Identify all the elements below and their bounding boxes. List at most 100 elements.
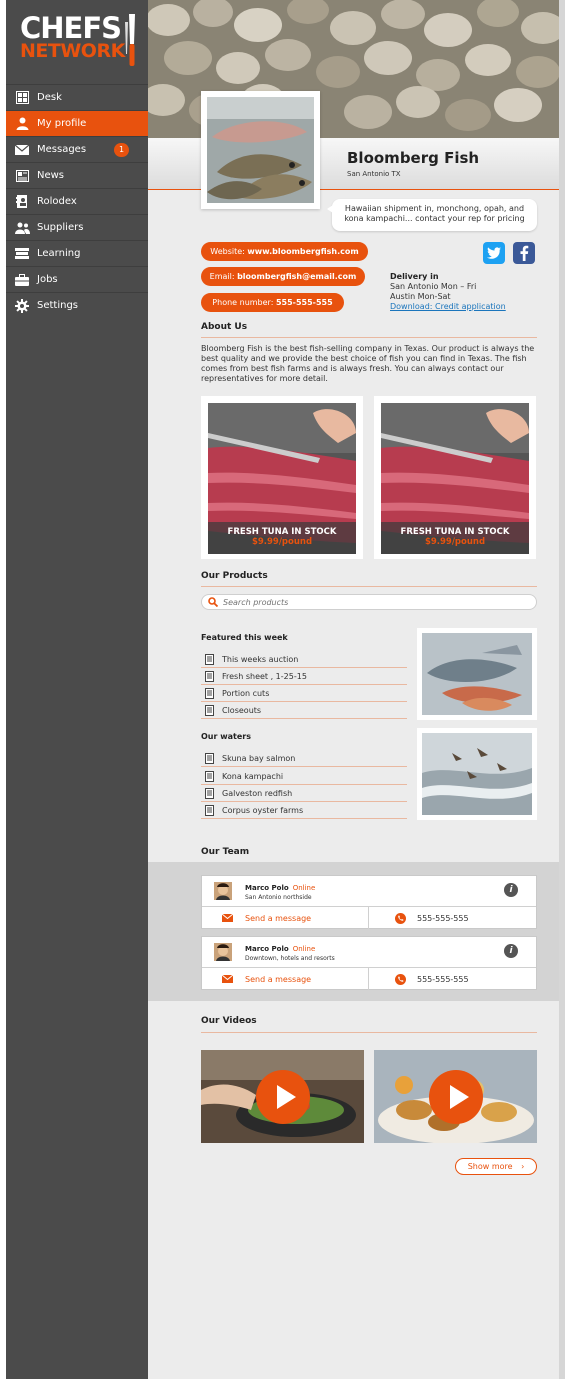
- about-text: Bloomberg Fish is the best fish-selling …: [201, 344, 535, 383]
- show-more-label: Show more: [467, 1162, 513, 1171]
- nav-label: My profile: [37, 118, 87, 129]
- phone-icon: [394, 973, 406, 985]
- nav-item-learning[interactable]: Learning: [6, 240, 148, 266]
- products-title: Our Products: [201, 571, 268, 581]
- search-bar[interactable]: [201, 594, 537, 610]
- delivery-info: Delivery in San Antonio Mon – Fri Austin…: [390, 272, 506, 312]
- briefcase-icon: [14, 273, 30, 287]
- twitter-icon[interactable]: [483, 242, 505, 264]
- envelope-icon: [14, 143, 30, 157]
- phone-icon: [394, 912, 406, 924]
- nav-item-rolodex[interactable]: Rolodex: [6, 188, 148, 214]
- team-member-card: Marco Polo Online Downtown, hotels and re…: [201, 936, 537, 990]
- nav-item-desk[interactable]: Desk: [6, 84, 148, 110]
- company-location: San Antonio TX: [347, 170, 401, 178]
- online-status: Online: [292, 884, 316, 892]
- document-icon: [205, 753, 214, 764]
- featured-title: Featured this week: [201, 633, 288, 642]
- info-icon[interactable]: i: [504, 883, 518, 897]
- envelope-icon: [222, 914, 233, 922]
- list-item[interactable]: Closeouts: [201, 703, 407, 719]
- team-member-header: Marco Polo Online San Antonio northside i: [202, 876, 536, 907]
- avatar[interactable]: [214, 943, 232, 961]
- brand-logo[interactable]: CHEFS NETWORK: [6, 0, 148, 84]
- phone-label: Phone number:: [212, 298, 274, 307]
- nav-item-messages[interactable]: Messages 1: [6, 136, 148, 162]
- list-item[interactable]: Corpus oyster farms: [201, 803, 407, 819]
- search-icon: [208, 597, 218, 607]
- nav-label: Rolodex: [37, 196, 77, 207]
- play-button[interactable]: [256, 1070, 310, 1124]
- play-button[interactable]: [429, 1070, 483, 1124]
- info-icon[interactable]: i: [504, 944, 518, 958]
- special-card[interactable]: FRESH TUNA IN STOCK $9.99/pound: [374, 396, 536, 559]
- list-item[interactable]: Fresh sheet , 1-25-15: [201, 669, 407, 685]
- website-pill[interactable]: Website: www.bloombergfish.com: [201, 242, 368, 261]
- credit-application-link[interactable]: Download: Credit application: [390, 302, 506, 312]
- profile-photo[interactable]: [201, 91, 320, 209]
- about-title: About Us: [201, 322, 248, 332]
- nav-item-jobs[interactable]: Jobs: [6, 266, 148, 292]
- tuna-image: FRESH TUNA IN STOCK $9.99/pound: [381, 403, 529, 554]
- scrollbar-track[interactable]: [559, 0, 565, 1379]
- nav-item-suppliers[interactable]: Suppliers: [6, 214, 148, 240]
- member-name-line: Marco Polo Online: [245, 884, 315, 892]
- video-thumbnail[interactable]: [201, 1050, 364, 1143]
- nav-label: News: [37, 170, 65, 181]
- document-icon: [205, 805, 214, 816]
- nav-item-settings[interactable]: Settings: [6, 292, 148, 318]
- show-more-button[interactable]: Show more ›: [455, 1158, 537, 1175]
- nav-label: Messages: [37, 144, 87, 155]
- website-link[interactable]: www.bloombergfish.com: [247, 247, 358, 256]
- nav-label: Jobs: [37, 274, 58, 285]
- email-link[interactable]: bloombergfish@email.com: [237, 272, 356, 281]
- divider: [201, 1032, 537, 1033]
- waters-thumbnail[interactable]: [417, 728, 537, 820]
- app: CHEFS NETWORK Desk My profile Messages 1…: [0, 0, 565, 1379]
- member-phone: 555-555-555: [416, 974, 469, 984]
- avatar[interactable]: [214, 882, 232, 900]
- delivery-line: San Antonio Mon – Fri: [390, 282, 477, 291]
- video-thumbnail[interactable]: [374, 1050, 537, 1143]
- list-item[interactable]: Skuna bay salmon: [201, 751, 407, 767]
- member-area: Downtown, hotels and resorts: [245, 955, 335, 962]
- member-name[interactable]: Marco Polo: [245, 945, 289, 953]
- list-item[interactable]: This weeks auction: [201, 652, 407, 668]
- send-message-button[interactable]: Send a message: [202, 907, 369, 929]
- nav-item-news[interactable]: News: [6, 162, 148, 188]
- phone-pill[interactable]: Phone number: 555-555-555: [201, 293, 344, 312]
- team-member-actions: Send a message 555-555-555: [202, 907, 536, 929]
- newspaper-icon: [14, 169, 30, 183]
- list-item-label: Skuna bay salmon: [222, 754, 296, 763]
- email-pill[interactable]: Email: bloombergfish@email.com: [201, 267, 365, 286]
- main-content: Bloomberg Fish San Antonio TX Hawaiian s…: [148, 0, 559, 1379]
- special-title: FRESH TUNA IN STOCK: [400, 527, 510, 537]
- divider: [201, 337, 537, 338]
- member-name[interactable]: Marco Polo: [245, 884, 289, 892]
- call-button[interactable]: 555-555-555: [369, 907, 536, 929]
- member-name-line: Marco Polo Online: [245, 945, 315, 953]
- search-input[interactable]: [223, 597, 523, 607]
- send-message-label: Send a message: [245, 974, 312, 984]
- list-item[interactable]: Galveston redfish: [201, 786, 407, 802]
- featured-thumbnail[interactable]: [417, 628, 537, 720]
- videos-title: Our Videos: [201, 1016, 257, 1026]
- call-button[interactable]: 555-555-555: [369, 968, 536, 990]
- facebook-icon[interactable]: [513, 242, 535, 264]
- member-phone: 555-555-555: [416, 913, 469, 923]
- team-member-card: Marco Polo Online San Antonio northside i…: [201, 875, 537, 929]
- document-icon: [205, 671, 214, 682]
- nav-item-my-profile[interactable]: My profile: [6, 110, 148, 136]
- chevron-right-icon: ›: [521, 1162, 525, 1171]
- document-icon: [205, 654, 214, 665]
- phone-number: 555-555-555: [275, 298, 333, 307]
- company-name: Bloomberg Fish: [347, 149, 480, 167]
- member-area: San Antonio northside: [245, 894, 312, 901]
- special-card[interactable]: FRESH TUNA IN STOCK $9.99/pound: [201, 396, 363, 559]
- gear-icon: [14, 298, 30, 313]
- status-bubble: Hawaiian shipment in, monchong, opah, an…: [327, 199, 537, 231]
- send-message-button[interactable]: Send a message: [202, 968, 369, 990]
- list-item[interactable]: Kona kampachi: [201, 769, 407, 785]
- nav-label: Suppliers: [37, 222, 84, 233]
- list-item[interactable]: Portion cuts: [201, 686, 407, 702]
